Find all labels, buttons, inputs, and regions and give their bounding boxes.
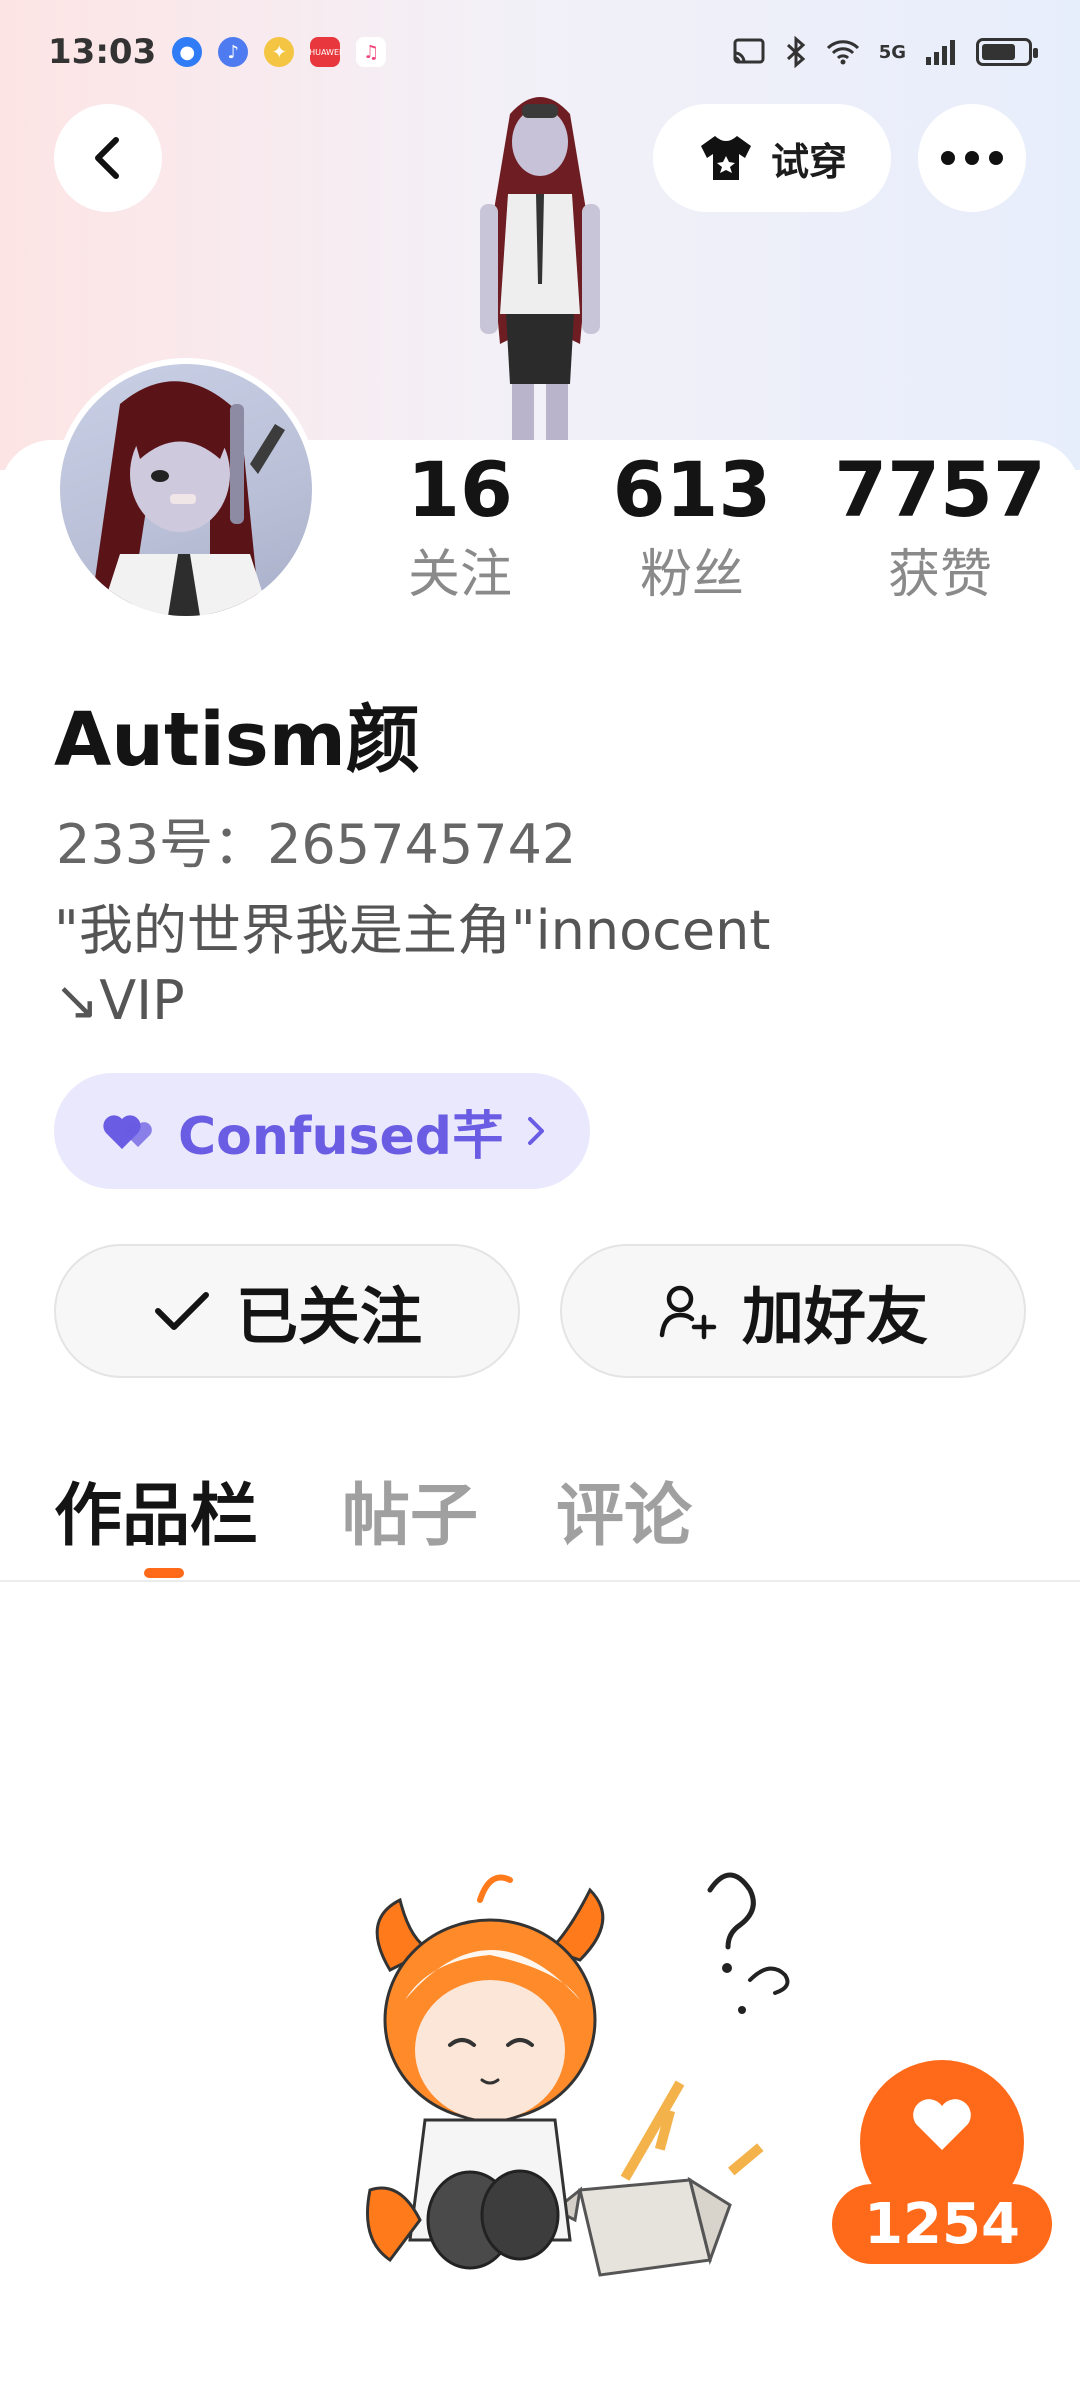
heart-icon	[913, 2099, 971, 2150]
try-on-button[interactable]: 试穿	[653, 104, 891, 212]
stat-following-label: 关注	[407, 545, 512, 605]
tab-posts[interactable]: 帖子	[342, 1460, 478, 1559]
club-label: Confused芊	[178, 1106, 504, 1167]
club-badge[interactable]: Confused芊	[54, 1073, 590, 1189]
status-bar-left: 13:03 ● ♪ ✦ HUAWEI ♫	[48, 32, 387, 72]
stat-likes-label: 获赞	[887, 545, 992, 605]
stat-following-count: 16	[407, 445, 513, 534]
hearts-icon	[103, 1115, 152, 1149]
status-time: 13:03	[48, 32, 157, 72]
stat-followers[interactable]: 613 粉丝	[592, 440, 792, 610]
more-dots-icon	[941, 151, 1003, 165]
music-icon: ♪	[218, 37, 249, 67]
stat-likes[interactable]: 7757 获赞	[828, 440, 1052, 610]
huawei-icon: HUAWEI	[309, 37, 342, 67]
pinwheel-icon: ✦	[264, 37, 295, 67]
tab-works[interactable]: 作品栏	[54, 1460, 258, 1559]
music-note-icon: ♫	[356, 37, 387, 67]
profile-uid[interactable]: 233号：265745742	[56, 800, 576, 879]
wifi-icon	[826, 40, 859, 65]
avatar-portrait	[90, 381, 285, 616]
avatar[interactable]	[54, 358, 318, 622]
battery-icon	[976, 38, 1038, 66]
network-type: 5G	[878, 41, 906, 63]
add-user-icon	[659, 1285, 717, 1340]
tshirt-icon	[700, 136, 751, 180]
like-count: 1254	[832, 2184, 1052, 2264]
bluetooth-icon	[786, 36, 805, 68]
avatar-3d-figure	[480, 97, 600, 470]
following-button[interactable]: 已关注	[54, 1244, 520, 1378]
app-icon-blue: ●	[172, 37, 203, 67]
huawei-icon-label: HUAWEI	[309, 47, 342, 57]
chevron-left-icon	[95, 137, 119, 179]
status-bar-right: 5G	[731, 36, 1038, 68]
back-button[interactable]	[54, 104, 162, 212]
tab-comments[interactable]: 评论	[556, 1460, 692, 1559]
content-tabs: 作品栏 帖子 评论	[0, 1440, 1080, 1582]
more-button[interactable]	[918, 104, 1026, 212]
empty-state-mascot-illustration	[366, 1872, 790, 2277]
profile-bio: "我的世界我是主角"innocent ↘VIP	[54, 896, 874, 1036]
profile-bio-line-2: ↘VIP	[54, 969, 185, 1032]
avatar-image	[60, 364, 312, 616]
profile-name: Autism颜	[54, 697, 420, 783]
add-friend-button[interactable]: 加好友	[560, 1244, 1026, 1378]
profile-bio-line-1: "我的世界我是主角"innocent	[54, 899, 771, 962]
stat-following[interactable]: 16 关注	[360, 440, 560, 610]
add-friend-label: 加好友	[741, 1280, 928, 1353]
like-floating-button[interactable]: 1254	[832, 2060, 1052, 2276]
signal-icon	[926, 40, 955, 65]
stat-followers-label: 粉丝	[639, 545, 744, 605]
stat-followers-count: 613	[612, 445, 772, 534]
cast-icon	[733, 38, 765, 64]
chevron-right-icon	[528, 1117, 544, 1145]
following-label: 已关注	[235, 1280, 422, 1353]
profile-stats: 16 关注 613 粉丝 7757 获赞	[360, 440, 1050, 620]
try-on-label: 试穿	[770, 139, 847, 184]
active-tab-indicator	[144, 1568, 184, 1578]
stat-likes-count: 7757	[834, 445, 1046, 534]
check-icon	[154, 1292, 209, 1330]
